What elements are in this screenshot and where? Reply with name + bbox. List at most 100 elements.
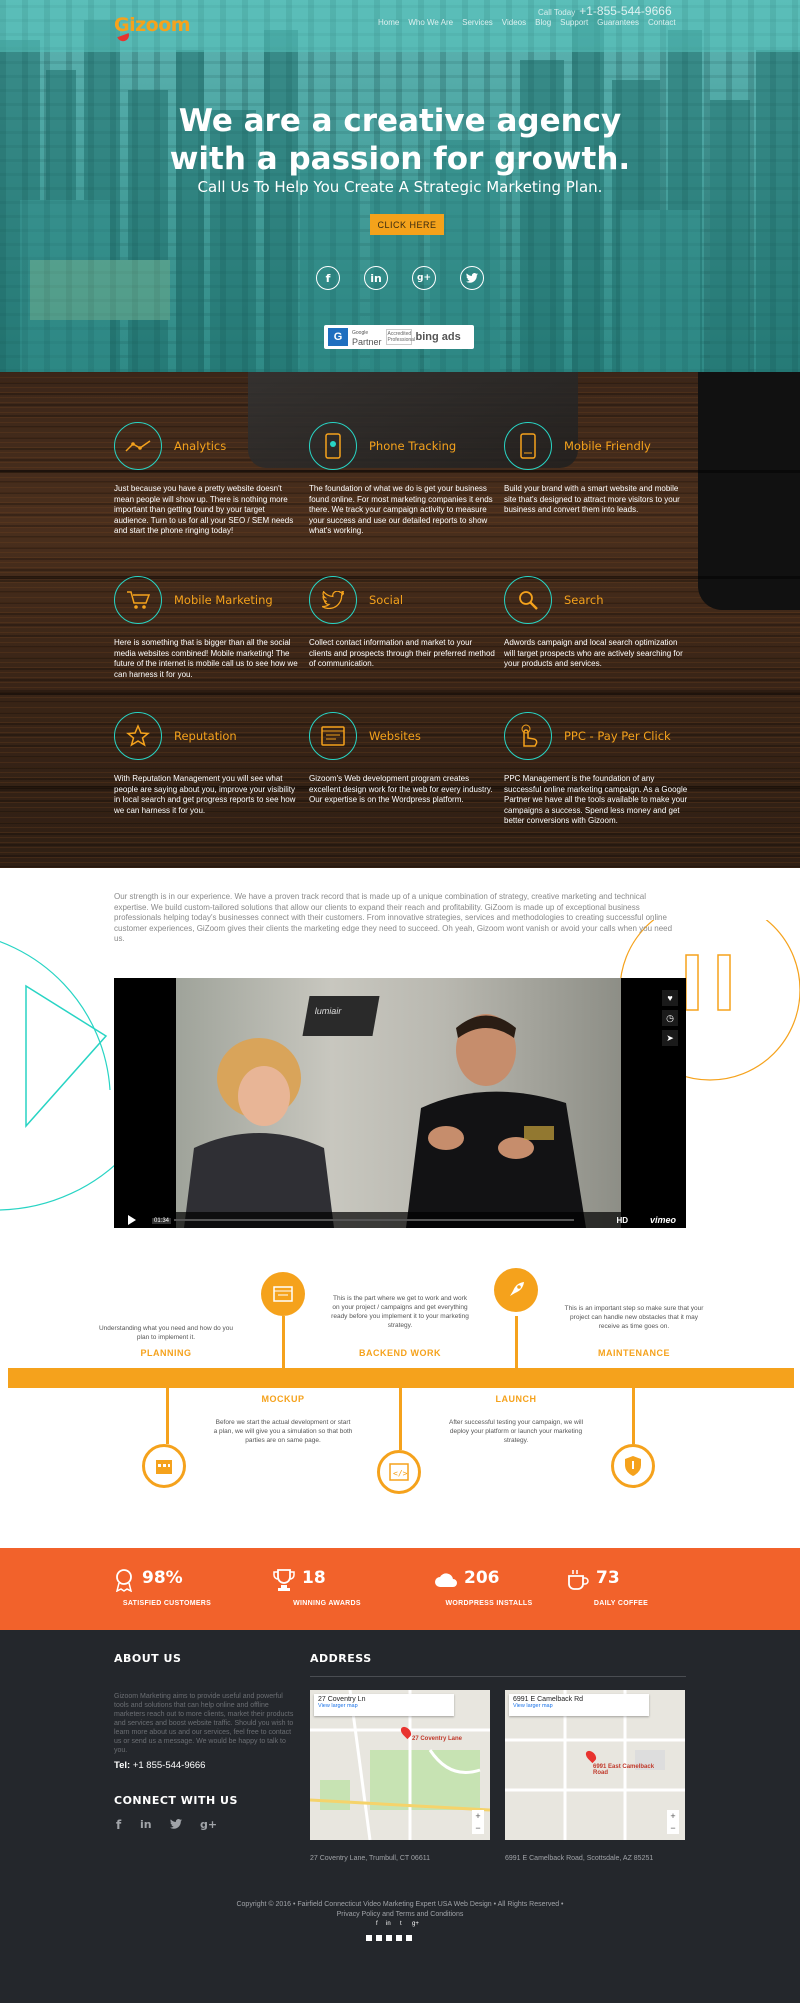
pagination-dot[interactable]	[366, 1935, 372, 1941]
stats-section: 98% SATISFIED CUSTOMERS 18 WINNING AWARD…	[0, 1548, 800, 1630]
mobile-icon	[504, 422, 552, 470]
stat-number: 18	[302, 1568, 326, 1588]
about-us-heading: ABOUT US	[114, 1652, 182, 1665]
video-player[interactable]: lumiair ♥ ◷ ➤ 01:34 HD vimeo	[114, 978, 686, 1228]
mockup-title: MOCKUP	[261, 1394, 305, 1404]
connect-heading: CONNECT WITH US	[114, 1794, 238, 1807]
nav-services[interactable]: Services	[462, 18, 493, 27]
copyright-text: Copyright © 2016 • Fairfield Connecticut…	[236, 1901, 564, 1908]
footer-linkedin-icon[interactable]: in	[140, 1818, 152, 1831]
nav-who-we-are[interactable]: Who We Are	[408, 18, 453, 27]
services-section: Analytics Just because you have a pretty…	[0, 372, 800, 868]
planning-title: PLANNING	[140, 1348, 192, 1358]
partner-label: Partner	[352, 337, 382, 347]
map-info-card: 6991 E Camelback Rd View larger map	[509, 1694, 649, 1716]
twitter-icon[interactable]	[460, 266, 484, 290]
strength-paragraph: Our strength is in our experience. We ha…	[114, 892, 673, 943]
pagination-dot[interactable]	[396, 1935, 402, 1941]
play-icon[interactable]	[128, 1215, 136, 1225]
trophy-icon	[273, 1569, 295, 1591]
watch-later-icon[interactable]: ◷	[662, 1010, 678, 1026]
service-title: Search	[564, 593, 604, 607]
logo[interactable]: Gizoom	[114, 14, 191, 36]
service-text: Adwords campaign and local search optimi…	[504, 638, 683, 668]
service-title: Mobile Marketing	[174, 593, 273, 607]
footer-pagination	[366, 1935, 412, 1941]
cloud-icon	[435, 1573, 457, 1587]
nav-support[interactable]: Support	[560, 18, 588, 27]
star-icon	[114, 712, 162, 760]
hero-title-line2: with a passion for growth.	[169, 141, 631, 177]
phone-decor	[698, 372, 800, 610]
service-text: Just because you have a pretty website d…	[114, 484, 294, 535]
pagination-dot[interactable]	[386, 1935, 392, 1941]
bottom-twitter-icon[interactable]: t	[400, 1921, 402, 1927]
nav-blog[interactable]: Blog	[535, 18, 551, 27]
service-text: The foundation of what we do is get your…	[309, 484, 493, 535]
googleplus-icon[interactable]: g+	[412, 266, 436, 290]
twitter-bird-icon	[309, 576, 357, 624]
map-camelback[interactable]: 6991 E Camelback Rd View larger map 6991…	[505, 1690, 685, 1840]
backend-title: BACKEND WORK	[359, 1348, 441, 1358]
footer-googleplus-icon[interactable]: g+	[200, 1818, 217, 1831]
hd-toggle[interactable]: HD	[616, 1216, 628, 1225]
click-here-button[interactable]: CLICK HERE	[370, 214, 444, 235]
service-text: Gizoom's Web development program creates…	[309, 774, 493, 804]
partner-badges: G Google Partner Accredited Professional …	[324, 325, 474, 349]
service-title: PPC - Pay Per Click	[564, 729, 671, 743]
stat-wordpress-installs: 206 WORDPRESS INSTALLS	[424, 1568, 554, 1614]
pagination-dot[interactable]	[406, 1935, 412, 1941]
map-zoom-controls[interactable]: + −	[472, 1810, 484, 1834]
backend-text: This is the part where we get to work an…	[331, 1295, 469, 1329]
maintenance-text: This is an important step so make sure t…	[564, 1305, 704, 1330]
map-zoom-controls[interactable]: + −	[667, 1810, 679, 1834]
copyright: Copyright © 2016 • Fairfield Connecticut…	[160, 1900, 640, 1920]
address-camelback: 6991 E Camelback Road, Scottsdale, AZ 85…	[505, 1855, 654, 1862]
lumiair-banner: lumiair	[302, 996, 380, 1036]
map-place-name: 6991 E Camelback Rd	[513, 1696, 584, 1703]
nav-home[interactable]: Home	[378, 18, 399, 27]
service-text: Collect contact information and market t…	[309, 638, 495, 668]
view-larger-map-link[interactable]: View larger map	[318, 1703, 450, 1709]
about-us-text: Gizoom Marketing aims to provide useful …	[114, 1693, 294, 1754]
like-icon[interactable]: ♥	[662, 990, 678, 1006]
stat-number: 206	[464, 1568, 500, 1588]
hero-subtitle: Call Us To Help You Create A Strategic M…	[197, 178, 603, 196]
phone-prefix: Call Today	[538, 8, 576, 17]
view-larger-map-link[interactable]: View larger map	[513, 1703, 645, 1709]
footer-facebook-icon[interactable]: f	[116, 1818, 121, 1832]
stat-label: WINNING AWARDS	[293, 1600, 361, 1607]
share-icon[interactable]: ➤	[662, 1030, 678, 1046]
google-g-icon: G	[328, 328, 348, 346]
planning-text: Understanding what you need and how do y…	[98, 1325, 234, 1341]
nav-videos[interactable]: Videos	[502, 18, 526, 27]
bottom-facebook-icon[interactable]: f	[376, 1921, 378, 1927]
stat-label: WORDPRESS INSTALLS	[445, 1600, 533, 1607]
pagination-dot[interactable]	[376, 1935, 382, 1941]
process-timeline-bar	[8, 1368, 794, 1388]
page: Gizoom Call Today +1-855-544-9666 Home Wh…	[0, 0, 800, 2003]
cart-icon	[114, 576, 162, 624]
woman-figure	[184, 1038, 334, 1228]
stat-number: 98%	[142, 1568, 183, 1588]
map-coventry[interactable]: 27 Coventry Ln View larger map 27 Covent…	[310, 1690, 490, 1840]
service-title: Websites	[369, 729, 421, 743]
vimeo-logo[interactable]: vimeo	[650, 1215, 676, 1225]
nav-contact[interactable]: Contact	[648, 18, 676, 27]
hero-title-line1: We are a creative agency	[178, 103, 622, 139]
service-title: Mobile Friendly	[564, 439, 651, 453]
google-label: Google	[352, 330, 369, 336]
bottom-linkedin-icon[interactable]: in	[386, 1921, 391, 1927]
stat-satisfied-customers: 98% SATISFIED CUSTOMERS	[102, 1568, 232, 1614]
tel-number[interactable]: +1 855-544-9666	[133, 1760, 206, 1771]
facebook-icon[interactable]: f	[316, 266, 340, 290]
coffee-icon	[568, 1570, 589, 1590]
video-progress-bar[interactable]	[174, 1219, 574, 1221]
footer-twitter-icon[interactable]	[170, 1818, 182, 1832]
phone-number[interactable]: +1-855-544-9666	[579, 4, 671, 18]
nav-guarantees[interactable]: Guarantees	[597, 18, 639, 27]
bottom-googleplus-icon[interactable]: g+	[412, 1921, 419, 1927]
service-text: PPC Management is the foundation of any …	[504, 774, 688, 825]
linkedin-icon[interactable]: in	[364, 266, 388, 290]
legal-links[interactable]: Privacy Policy and Terms and Conditions	[337, 1911, 464, 1918]
